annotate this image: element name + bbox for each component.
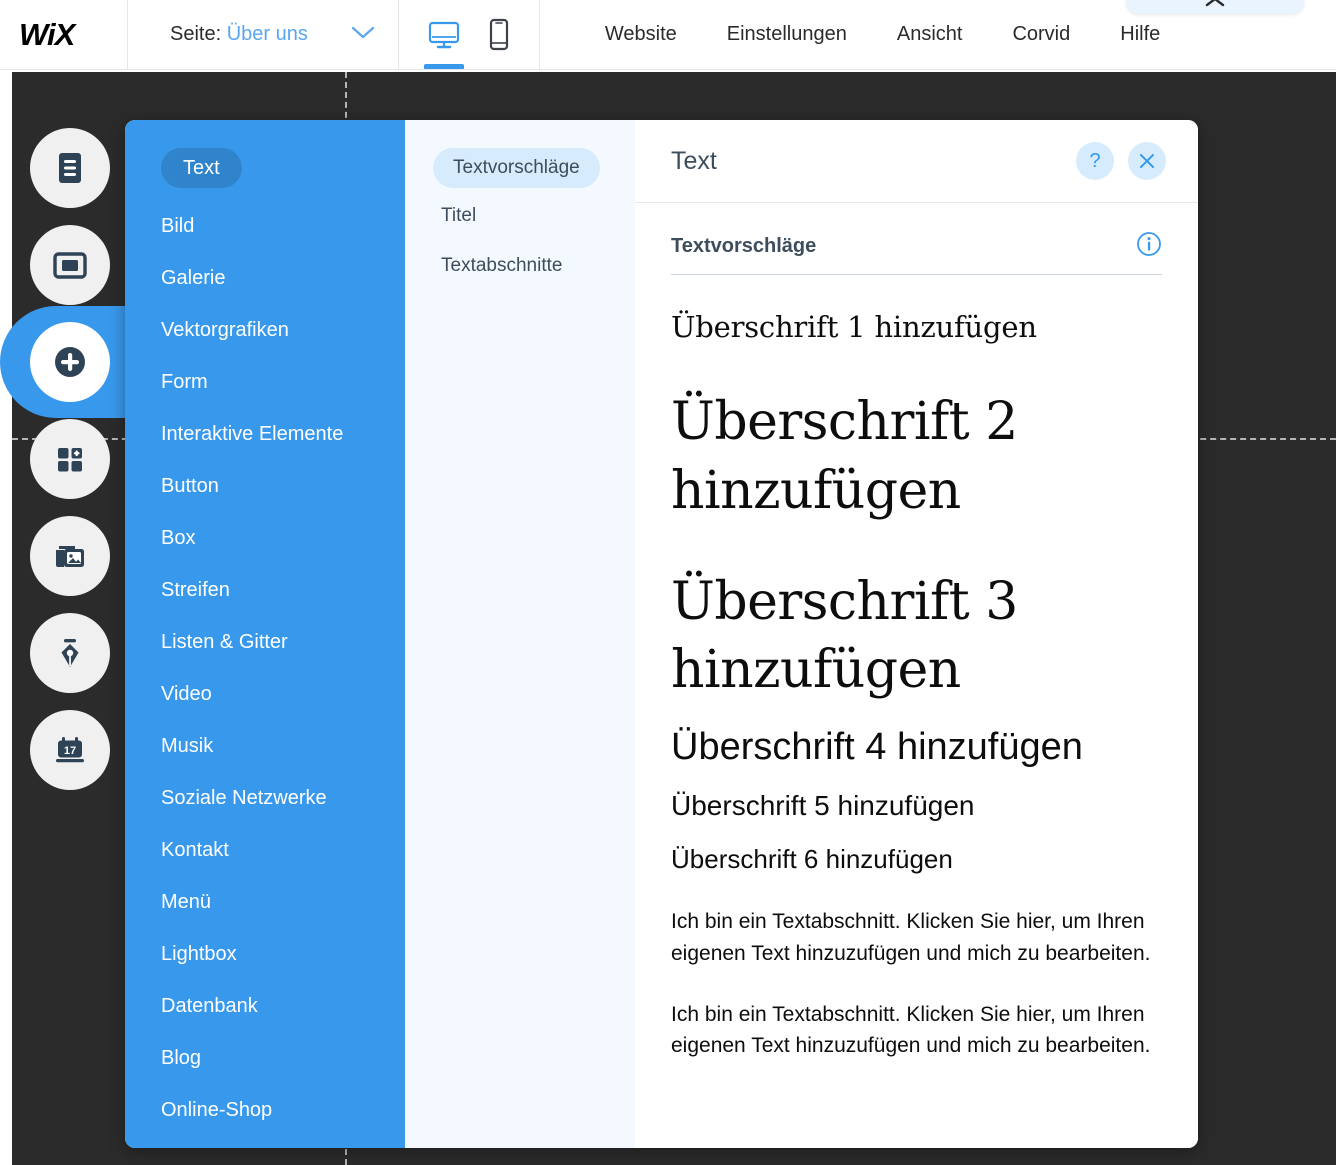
top-bar: WiX Seite: Über uns Website Einstellunge… [0, 0, 1336, 70]
text-sample-heading-4[interactable]: Überschrift 4 hinzufügen [671, 723, 1158, 772]
section-title: Textvorschläge [671, 235, 817, 257]
calendar-17-icon: 17 [51, 731, 89, 769]
text-samples-list: Überschrift 1 hinzufügen Überschrift 2 h… [635, 275, 1198, 1148]
page-selector[interactable]: Seite: Über uns [128, 0, 399, 69]
media-image-icon [51, 537, 89, 575]
plus-icon [50, 342, 90, 382]
wix-logo[interactable]: WiX [0, 0, 128, 69]
subcategory-item-textabschnitte[interactable]: Textabschnitte [405, 244, 635, 288]
close-button[interactable] [1128, 142, 1166, 180]
menu-item-einstellungen[interactable]: Einstellungen [702, 23, 872, 46]
category-item-blog[interactable]: Blog [125, 1036, 405, 1080]
add-panel-subcategory-list: Textvorschläge Titel Textabschnitte [405, 120, 635, 1148]
subcategory-item-titel[interactable]: Titel [405, 194, 635, 238]
category-item-interaktive-elemente[interactable]: Interaktive Elemente [125, 412, 405, 456]
category-item-video[interactable]: Video [125, 672, 405, 716]
sidebar-item-add[interactable] [0, 306, 140, 418]
category-item-listen-gitter[interactable]: Listen & Gitter [125, 620, 405, 664]
editor-stage[interactable]: 17 Text Bild Galerie Vektorgrafiken Form… [0, 70, 1336, 1165]
category-item-menue[interactable]: Menü [125, 880, 405, 924]
desktop-icon [428, 21, 459, 48]
menu-item-website[interactable]: Website [580, 23, 702, 46]
text-sample-heading-6[interactable]: Überschrift 6 hinzufügen [671, 843, 1158, 877]
chevron-up-icon [1204, 0, 1226, 13]
menu-item-corvid[interactable]: Corvid [987, 23, 1095, 46]
category-item-datenbank[interactable]: Datenbank [125, 984, 405, 1028]
pages-icon [51, 149, 89, 187]
category-item-bild[interactable]: Bild [125, 204, 405, 248]
category-item-musik[interactable]: Musik [125, 724, 405, 768]
pen-nib-icon [51, 634, 89, 672]
main-menu: Website Einstellungen Ansicht Corvid Hil… [540, 0, 1185, 69]
close-icon [1140, 154, 1154, 168]
menu-item-ansicht[interactable]: Ansicht [872, 23, 988, 46]
category-item-kontakt[interactable]: Kontakt [125, 828, 405, 872]
mobile-view-button[interactable] [487, 0, 511, 69]
category-item-form[interactable]: Form [125, 360, 405, 404]
subcategory-item-textvorschlaege[interactable]: Textvorschläge [433, 148, 600, 188]
sidebar-item-media[interactable] [30, 516, 110, 596]
section-header: Textvorschläge [671, 231, 1162, 275]
text-sample-heading-1[interactable]: Überschrift 1 hinzufügen [671, 310, 1158, 344]
text-sample-paragraph-2[interactable]: Ich bin ein Textabschnitt. Klicken Sie h… [671, 999, 1158, 1061]
category-item-text[interactable]: Text [161, 148, 242, 188]
subcategory-item-textvorschlaege-wrap: Textvorschläge [405, 148, 635, 194]
text-sample-heading-5[interactable]: Überschrift 5 hinzufügen [671, 788, 1158, 824]
text-sample-paragraph-1[interactable]: Ich bin ein Textabschnitt. Klicken Sie h… [671, 906, 1158, 968]
svg-text:WiX: WiX [19, 18, 78, 52]
menu-item-hilfe[interactable]: Hilfe [1095, 23, 1185, 46]
viewport-toggle [399, 0, 540, 69]
category-item-streifen[interactable]: Streifen [125, 568, 405, 612]
collapse-toolbar-button[interactable] [1126, 0, 1304, 14]
category-item-buchungen[interactable]: Buchungen [125, 1140, 405, 1148]
category-item-vektorgrafiken[interactable]: Vektorgrafiken [125, 308, 405, 352]
page-name: Über uns [226, 23, 308, 45]
apps-add-icon [51, 440, 89, 478]
add-panel-category-list: Text Bild Galerie Vektorgrafiken Form In… [125, 120, 405, 1148]
category-item-text-wrap: Text [125, 148, 405, 196]
add-elements-panel[interactable]: Text Bild Galerie Vektorgrafiken Form In… [125, 120, 1198, 1148]
category-item-online-shop[interactable]: Online-Shop [125, 1088, 405, 1132]
background-icon [51, 246, 89, 284]
sidebar-item-background[interactable] [30, 225, 110, 305]
sidebar-item-apps[interactable] [30, 419, 110, 499]
panel-title: Text [671, 146, 717, 175]
info-icon[interactable] [1136, 231, 1162, 262]
category-item-button[interactable]: Button [125, 464, 405, 508]
svg-text:17: 17 [64, 745, 76, 757]
page-selector-label: Seite: Über uns [170, 23, 308, 46]
editor-left-rail: 17 [0, 128, 140, 790]
text-sample-heading-2[interactable]: Überschrift 2 hinzufügen [671, 388, 1158, 525]
chevron-down-icon [350, 24, 376, 45]
help-button[interactable]: ? [1076, 142, 1114, 180]
panel-header: Text ? [635, 120, 1198, 203]
sidebar-item-bookings[interactable]: 17 [30, 710, 110, 790]
category-item-box[interactable]: Box [125, 516, 405, 560]
text-sample-heading-3[interactable]: Überschrift 3 hinzufügen [671, 568, 1158, 705]
page-label-prefix: Seite: [170, 23, 222, 45]
sidebar-item-blog[interactable] [30, 613, 110, 693]
add-panel-content: Text ? Textvorschläge Überschrift 1 hinz… [635, 120, 1198, 1148]
mobile-icon [489, 18, 508, 50]
desktop-view-button[interactable] [423, 0, 464, 69]
sidebar-item-pages[interactable] [30, 128, 110, 208]
active-view-indicator [423, 64, 464, 69]
category-item-soziale-netzwerke[interactable]: Soziale Netzwerke [125, 776, 405, 820]
category-item-lightbox[interactable]: Lightbox [125, 932, 405, 976]
category-item-galerie[interactable]: Galerie [125, 256, 405, 300]
